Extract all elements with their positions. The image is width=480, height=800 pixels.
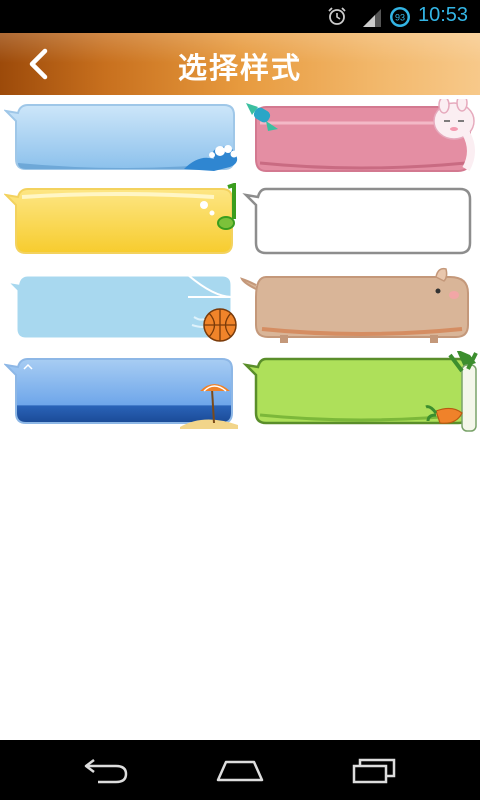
bubble-style-leek-carrot[interactable] [240,351,478,435]
bubble-style-basketball[interactable] [4,267,242,351]
bubble-style-piggy[interactable] [240,267,478,351]
bubble-style-grid [0,95,480,440]
alarm-icon [328,7,346,25]
system-navigation-bar [0,740,480,800]
bubble-style-yellow-music[interactable] [4,183,242,267]
bubble-style-beach[interactable] [4,351,242,435]
bubble-style-ocean-wave[interactable] [4,99,242,183]
page-title: 选择样式 [177,51,302,85]
bubble-style-plain-white[interactable] [240,183,478,267]
status-bar: 93 10:53 [0,0,480,33]
clock-time: 10:53 [418,4,469,26]
home-nav-icon[interactable] [212,752,268,788]
battery-level-text: 93 [395,13,405,23]
battery-icon: 93 [389,6,411,28]
back-nav-icon[interactable] [78,752,134,788]
recents-nav-icon[interactable] [346,752,402,788]
title-bar: 选择样式 [0,33,480,95]
bubble-style-pink-bunny[interactable] [240,99,478,183]
signal-icon [363,9,381,27]
